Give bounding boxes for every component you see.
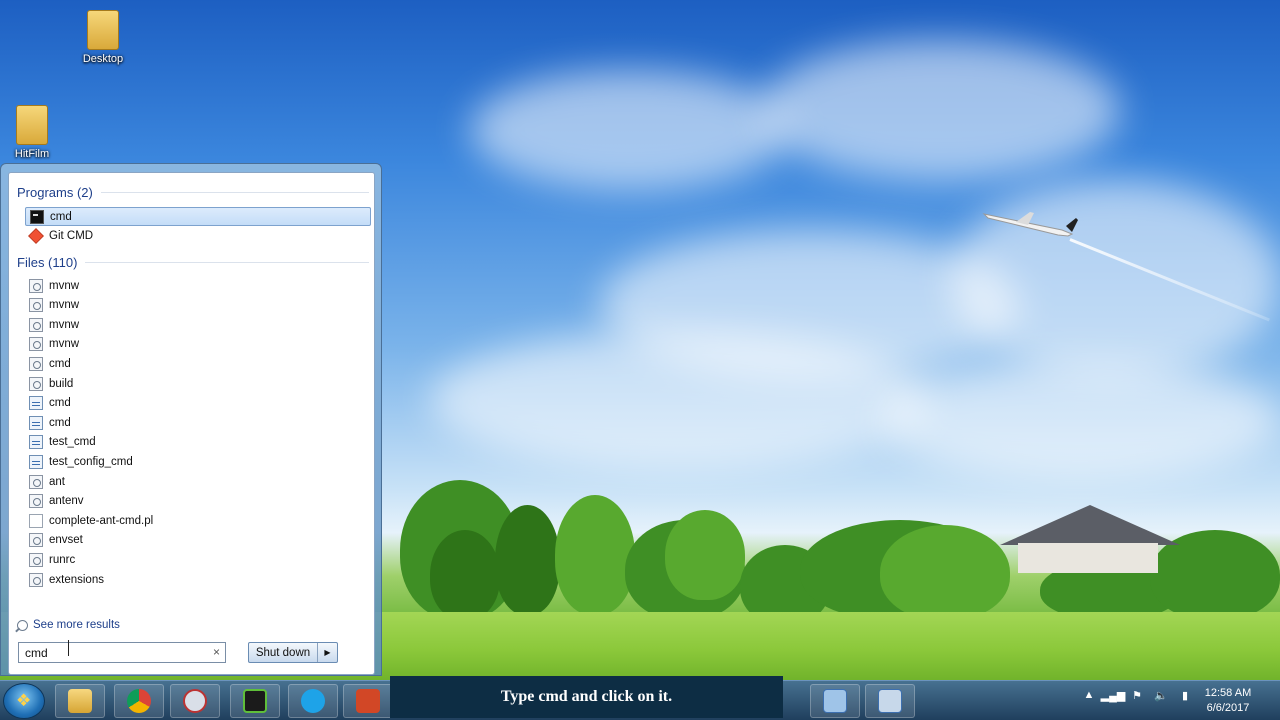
file-explorer-icon[interactable] xyxy=(55,684,105,718)
result-label: test_config_cmd xyxy=(49,455,133,468)
airplane-icon xyxy=(982,212,1078,237)
see-more-results-link[interactable]: See more results xyxy=(17,619,120,631)
result-label: cmd xyxy=(49,357,71,370)
search-result-item[interactable]: Git CMD xyxy=(25,227,371,246)
show-hidden-icon[interactable]: ▲ xyxy=(1082,688,1096,702)
settings-file-icon xyxy=(29,278,43,293)
powerpoint-icon[interactable] xyxy=(343,684,393,718)
snipping-tool-icon[interactable] xyxy=(170,684,220,718)
search-result-item[interactable]: extensions xyxy=(25,570,371,589)
folder-icon xyxy=(87,10,119,50)
script-file-icon xyxy=(29,396,43,411)
settings-file-icon xyxy=(29,494,43,509)
result-label: runrc xyxy=(49,553,76,566)
see-more-label: See more results xyxy=(33,619,120,631)
search-result-item[interactable]: runrc xyxy=(25,550,371,569)
git-icon xyxy=(28,228,44,245)
result-label: extensions xyxy=(49,573,104,586)
text-cursor-icon xyxy=(68,640,70,656)
result-label: mvnw xyxy=(49,318,80,331)
files-group-header[interactable]: Files (110) xyxy=(17,255,369,270)
house xyxy=(1000,505,1180,575)
result-label: antenv xyxy=(49,495,84,508)
script-file-icon xyxy=(29,415,43,430)
search-result-item[interactable]: cmd xyxy=(25,413,371,432)
search-results-panel: Programs (2) cmd Git CMD Files (110) mvnw… xyxy=(8,172,375,675)
files-header-label: Files (110) xyxy=(17,255,78,270)
search-result-item[interactable]: complete-ant-cmd.pl xyxy=(25,511,371,530)
search-result-item[interactable]: mvnw xyxy=(25,276,371,295)
shutdown-options-arrow-icon[interactable]: ▶ xyxy=(317,643,337,662)
network-icon[interactable]: ▂▄▆ xyxy=(1101,688,1126,702)
search-result-item[interactable]: cmd xyxy=(25,207,371,226)
search-result-item[interactable]: mvnw xyxy=(25,296,371,315)
skype-icon[interactable] xyxy=(288,684,338,718)
clock-date: 6/6/2017 xyxy=(1206,702,1250,714)
shutdown-button[interactable]: Shut down ▶ xyxy=(248,642,338,663)
settings-file-icon xyxy=(29,317,43,332)
result-label: envset xyxy=(49,534,83,547)
result-label: complete-ant-cmd.pl xyxy=(49,514,154,527)
console-app-icon[interactable] xyxy=(230,684,280,718)
settings-file-icon xyxy=(29,552,43,567)
settings-file-icon xyxy=(29,474,43,489)
system-tray: ▲ ▂▄▆ ⚑ 🔈 ▮ xyxy=(1082,688,1192,702)
folder-icon xyxy=(16,105,48,145)
clock-time: 12:58 AM xyxy=(1204,687,1252,699)
chrome-icon[interactable] xyxy=(114,684,164,718)
search-result-item[interactable]: test_config_cmd xyxy=(25,452,371,471)
result-label: mvnw xyxy=(49,279,80,292)
settings-file-icon xyxy=(29,572,43,587)
settings-file-icon xyxy=(29,376,43,391)
start-menu: Programs (2) cmd Git CMD Files (110) mvnw… xyxy=(0,163,382,676)
result-label: build xyxy=(49,377,74,390)
search-result-item[interactable]: test_cmd xyxy=(25,433,371,452)
flag-icon[interactable]: ⚑ xyxy=(1130,688,1144,702)
desktop-icon-label: Desktop xyxy=(82,53,124,65)
result-label: mvnw xyxy=(49,299,80,312)
result-label: cmd xyxy=(49,397,71,410)
programs-group-header[interactable]: Programs (2) xyxy=(17,185,369,200)
result-label: Git CMD xyxy=(49,230,94,243)
script-file-icon xyxy=(29,435,43,450)
result-label: ant xyxy=(49,475,65,488)
settings-file-icon xyxy=(29,533,43,548)
control-panel-icon[interactable] xyxy=(810,684,860,718)
start-button[interactable] xyxy=(3,683,45,719)
search-result-item[interactable]: ant xyxy=(25,472,371,491)
search-result-item[interactable]: envset xyxy=(25,531,371,550)
settings-file-icon xyxy=(29,356,43,371)
blank-file-icon xyxy=(29,513,43,528)
search-result-item[interactable]: mvnw xyxy=(25,335,371,354)
programs-header-label: Programs (2) xyxy=(17,185,93,200)
start-search-input[interactable]: cmd × xyxy=(18,642,226,663)
desktop-shortcut-desktop[interactable]: Desktop xyxy=(68,10,138,65)
result-label: cmd xyxy=(49,416,71,429)
search-result-item[interactable]: antenv xyxy=(25,492,371,511)
result-label: cmd xyxy=(50,210,72,223)
result-label: test_cmd xyxy=(49,436,96,449)
search-result-item[interactable]: build xyxy=(25,374,371,393)
volume-icon[interactable]: 🔈 xyxy=(1154,688,1168,702)
search-result-item[interactable]: mvnw xyxy=(25,315,371,334)
search-result-item[interactable]: cmd xyxy=(25,394,371,413)
shutdown-label: Shut down xyxy=(255,646,311,659)
battery-icon[interactable]: ▮ xyxy=(1178,688,1192,702)
settings-file-icon xyxy=(29,298,43,313)
window-app-icon[interactable] xyxy=(865,684,915,718)
result-label: mvnw xyxy=(49,338,80,351)
settings-file-icon xyxy=(29,337,43,352)
search-input-value: cmd xyxy=(25,646,48,660)
tutorial-caption: Type cmd and click on it. xyxy=(390,676,783,718)
cmd-console-icon xyxy=(30,209,44,224)
desktop-shortcut-hitfilm[interactable]: HitFilm xyxy=(0,105,67,160)
clock[interactable]: 12:58 AM 6/6/2017 xyxy=(1198,686,1258,716)
search-icon xyxy=(17,619,28,631)
search-result-item[interactable]: cmd xyxy=(25,354,371,373)
desktop-icon-label: HitFilm xyxy=(14,148,50,160)
clear-search-icon[interactable]: × xyxy=(213,645,220,659)
script-file-icon xyxy=(29,454,43,469)
